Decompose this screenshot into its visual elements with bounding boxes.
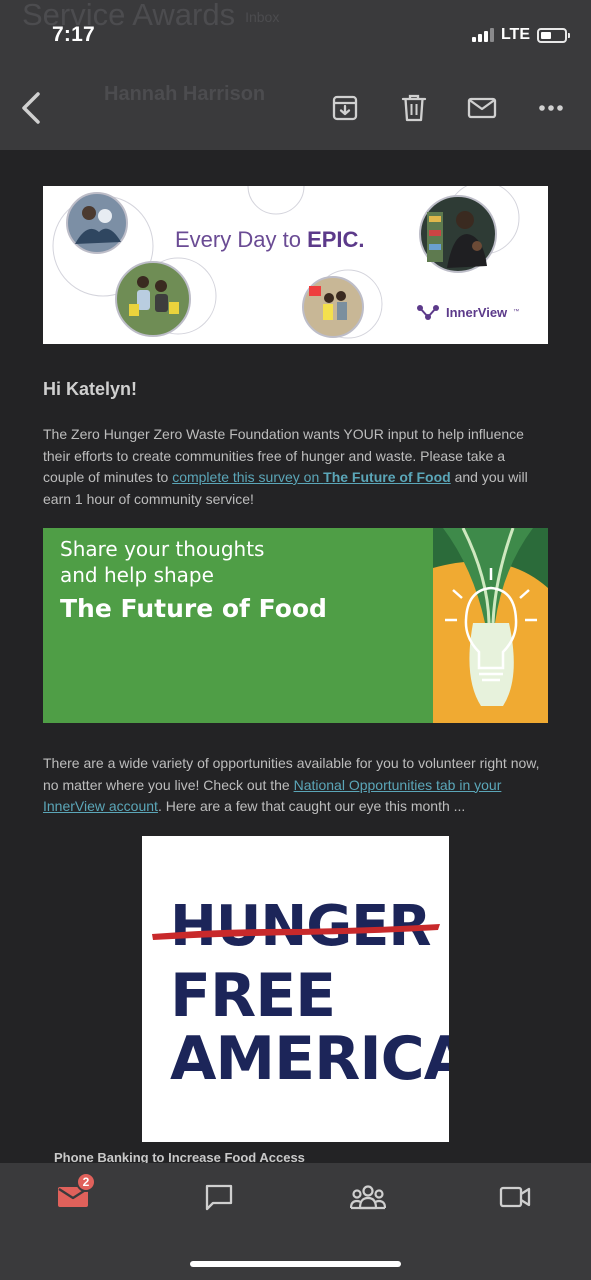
status-indicators: LTE xyxy=(471,26,570,44)
banner-photo-collage xyxy=(52,186,520,339)
home-indicator[interactable] xyxy=(190,1261,401,1267)
email-body: Every Day to EPIC. InnerView ™ Hi Katelyn… xyxy=(0,150,591,1163)
banner-line-1: Share your thoughts xyxy=(60,537,265,561)
sender-name[interactable]: Hannah Harrison xyxy=(104,83,265,106)
back-button[interactable] xyxy=(16,90,46,126)
future-of-food-banner[interactable]: Share your thoughts and help shape The F… xyxy=(43,528,548,723)
inbox-tag: Inbox xyxy=(245,8,280,25)
opportunity-title[interactable]: Phone Banking to Increase Food Access xyxy=(54,1150,305,1163)
innerview-logo-icon xyxy=(417,305,439,320)
trash-icon xyxy=(401,94,427,122)
banner-title: The Future of Food xyxy=(60,594,327,623)
video-icon xyxy=(499,1186,531,1208)
network-label: LTE xyxy=(500,26,530,43)
innerview-banner: Every Day to EPIC. InnerView ™ xyxy=(43,186,548,344)
opportunities-paragraph: There are a wide variety of opportunitie… xyxy=(43,755,540,814)
more-button[interactable] xyxy=(533,90,569,126)
people-icon xyxy=(350,1185,386,1210)
intro-paragraph: The Zero Hunger Zero Waste Foundation wa… xyxy=(43,426,528,507)
delete-button[interactable] xyxy=(396,90,432,126)
strikethrough-mark xyxy=(152,924,440,940)
status-time: 7:17 xyxy=(52,23,95,46)
tab-mail[interactable]: 2 xyxy=(53,1172,96,1217)
bok-choy-lightbulb-image xyxy=(433,528,548,723)
unread-count-badge: 2 xyxy=(76,1172,96,1192)
tab-meet[interactable] xyxy=(495,1177,535,1217)
greeting: Hi Katelyn! xyxy=(43,379,138,399)
email-header: Service Awards Inbox Hannah Harrison 7:17… xyxy=(0,0,591,150)
innerview-logo: InnerView ™ xyxy=(416,304,519,320)
envelope-icon xyxy=(467,97,497,119)
mark-unread-button[interactable] xyxy=(464,90,500,126)
banner-tagline: Every Day to EPIC. xyxy=(175,227,365,252)
battery-icon xyxy=(537,27,570,43)
tab-rooms[interactable] xyxy=(348,1177,388,1217)
survey-link[interactable]: complete this survey on The Future of Fo… xyxy=(172,469,451,485)
banner-line-2: and help shape xyxy=(60,563,214,587)
more-horizontal-icon xyxy=(539,105,563,111)
logo-word-america: AMERICA xyxy=(170,1024,449,1094)
archive-icon xyxy=(332,95,358,121)
chat-icon xyxy=(205,1184,233,1211)
logo-word-free: FREE xyxy=(170,961,336,1031)
tab-chat[interactable] xyxy=(199,1177,239,1217)
archive-button[interactable] xyxy=(327,90,363,126)
chevron-left-icon xyxy=(22,92,40,124)
hunger-free-america-logo[interactable]: HUNGER FREE AMERICA xyxy=(142,836,449,1142)
signal-icon xyxy=(471,28,494,42)
